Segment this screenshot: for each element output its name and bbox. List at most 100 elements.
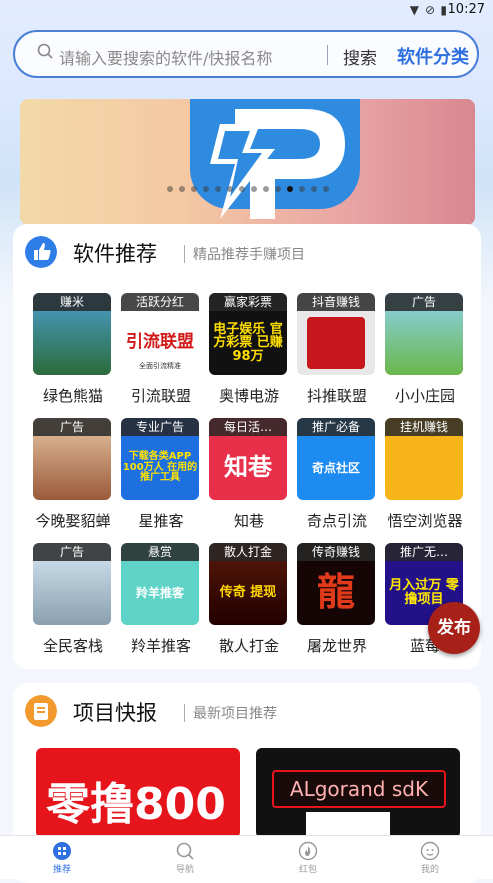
- app-thumbnail: 广告: [385, 293, 463, 375]
- category-button[interactable]: 软件分类: [397, 43, 469, 69]
- carousel-dot[interactable]: [178, 186, 185, 192]
- app-artwork: [307, 317, 365, 369]
- app-name: 散人打金: [218, 637, 279, 655]
- tab-label: 我的: [420, 865, 439, 875]
- app-artwork: [385, 311, 463, 375]
- app-tag: 抖音赚钱: [297, 293, 375, 311]
- app-artwork: [385, 436, 463, 500]
- carousel-dot[interactable]: [274, 186, 281, 192]
- tab-mine[interactable]: 我的: [400, 841, 460, 875]
- app-item[interactable]: 引流联盟 全面引流精准 活跃分红引流联盟: [121, 293, 201, 407]
- app-thumbnail: 传奇 提现 散人打金: [209, 543, 287, 625]
- app-name: 羚羊推客: [130, 637, 191, 655]
- app-artwork: [33, 311, 111, 375]
- search-button[interactable]: 搜索: [343, 44, 377, 69]
- app-name: 全民客栈: [42, 637, 103, 655]
- news-item[interactable]: ALgorand sdK: [256, 748, 460, 838]
- carousel-dot[interactable]: [298, 186, 305, 192]
- app-item[interactable]: 下载各类APP 100万人 在用的推广工具 专业广告星推客: [121, 418, 201, 532]
- app-name: 今晚娶貂蝉: [35, 512, 111, 530]
- no-sim-icon: ⊘: [424, 3, 435, 17]
- section-subtitle: 最新项目推荐: [193, 706, 277, 722]
- grid-icon: [53, 842, 71, 860]
- search-bar[interactable]: 请输入要搜索的软件/快报名称 搜索 软件分类: [13, 30, 479, 78]
- status-time: 10:27: [447, 2, 485, 17]
- app-thumbnail: 引流联盟 全面引流精准 活跃分红: [121, 293, 199, 375]
- tab-label: 导航: [175, 865, 194, 875]
- app-tag: 悬赏: [121, 543, 199, 561]
- tab-navigation[interactable]: 导航: [155, 841, 215, 875]
- carousel-dot[interactable]: [286, 186, 293, 192]
- app-name: 屠龙世界: [306, 637, 367, 655]
- software-recommend-card: 软件推荐 精品推荐手赚项目 赚米 绿色熊猫 引流联盟 全面引流精准 活跃分红 引流联盟 电子…: [13, 224, 481, 669]
- carousel-dot[interactable]: [166, 186, 173, 192]
- app-name: 小小庄园: [394, 387, 455, 405]
- carousel-dot[interactable]: [190, 186, 197, 192]
- app-name: 引流联盟: [130, 387, 191, 405]
- app-item[interactable]: 电子娱乐 官方彩票 已赚98万 赢家彩票 奥博电游: [209, 293, 289, 407]
- app-artwork: 龍: [316, 570, 355, 615]
- divider: [184, 245, 185, 263]
- app-artwork: 奇点社区: [311, 460, 360, 475]
- carousel-dot[interactable]: [226, 186, 233, 192]
- app-artwork: 羚羊推客: [135, 585, 184, 600]
- battery-icon: ▮: [440, 3, 447, 17]
- app-thumbnail: 奇点社区 推广必备: [297, 418, 375, 500]
- app-item[interactable]: 广告 小小庄园: [385, 293, 465, 407]
- app-thumbnail: 广告: [33, 543, 111, 625]
- app-name: 奇点引流: [306, 512, 367, 530]
- news-item-title: ALgorand sdK: [272, 770, 446, 808]
- app-tag: 传奇赚钱: [297, 543, 375, 561]
- app-name: 星推客: [138, 512, 184, 530]
- app-item[interactable]: 知巷 每日活… 知巷: [209, 418, 289, 532]
- tab-red-packet[interactable]: 红包: [278, 841, 338, 875]
- news-item[interactable]: 零撸800: [36, 748, 240, 838]
- search-icon: [176, 842, 194, 860]
- app-thumbnail: 电子娱乐 官方彩票 已赚98万 赢家彩票: [209, 293, 287, 375]
- app-item[interactable]: 羚羊推客 悬赏羚羊推客: [121, 543, 201, 657]
- carousel-dot[interactable]: [202, 186, 209, 192]
- tab-label: 推荐: [52, 865, 71, 875]
- app-name: 悟空浏览器: [387, 512, 463, 530]
- app-item[interactable]: 广告 全民客栈: [33, 543, 113, 657]
- app-artwork: [33, 436, 111, 500]
- carousel-dot[interactable]: [322, 186, 329, 192]
- app-item[interactable]: 抖音赚钱 抖推联盟: [297, 293, 377, 407]
- news-icon: [25, 695, 57, 727]
- app-thumbnail: 龍传奇赚钱: [297, 543, 375, 625]
- app-item[interactable]: 赚米 绿色熊猫: [33, 293, 113, 407]
- app-tag: 推广无…: [385, 543, 463, 561]
- carousel-dot[interactable]: [214, 186, 221, 192]
- banner-carousel[interactable]: [20, 99, 475, 225]
- search-input[interactable]: 请输入要搜索的软件/快报名称: [59, 45, 272, 69]
- carousel-dot[interactable]: [262, 186, 269, 192]
- bottom-tab-bar: 推荐 导航 红包 我的: [0, 835, 493, 879]
- app-artwork: [33, 561, 111, 625]
- carousel-dot[interactable]: [238, 186, 245, 192]
- app-thumbnail: 下载各类APP 100万人 在用的推广工具 专业广告: [121, 418, 199, 500]
- wifi-icon: ▼: [409, 3, 419, 17]
- app-name: 抖推联盟: [306, 387, 367, 405]
- app-item[interactable]: 龍传奇赚钱 屠龙世界: [297, 543, 377, 657]
- app-name: 知巷: [233, 512, 264, 530]
- news-item-title: 零撸800: [46, 779, 226, 830]
- publish-button[interactable]: 发布: [428, 602, 480, 654]
- app-thumbnail: 广告: [33, 418, 111, 500]
- app-item[interactable]: 挂机赚钱 悟空浏览器: [385, 418, 465, 532]
- app-tag: 赚米: [33, 293, 111, 311]
- section-subtitle: 精品推荐手赚项目: [193, 247, 305, 263]
- section-title: 项目快报: [73, 701, 157, 725]
- carousel-dot[interactable]: [250, 186, 257, 192]
- app-tag: 活跃分红: [121, 293, 199, 311]
- thumbs-up-icon: [25, 236, 57, 268]
- app-tag: 散人打金: [209, 543, 287, 561]
- tab-recommend[interactable]: 推荐: [32, 841, 92, 875]
- fire-icon: [298, 841, 318, 861]
- banner-logo-image: [190, 99, 360, 219]
- app-item[interactable]: 奇点社区 推广必备奇点引流: [297, 418, 377, 532]
- app-thumbnail: 羚羊推客 悬赏: [121, 543, 199, 625]
- app-item[interactable]: 广告 今晚娶貂蝉: [33, 418, 113, 532]
- app-item[interactable]: 传奇 提现 散人打金 散人打金: [209, 543, 289, 657]
- app-thumbnail: 挂机赚钱: [385, 418, 463, 500]
- carousel-dot[interactable]: [310, 186, 317, 192]
